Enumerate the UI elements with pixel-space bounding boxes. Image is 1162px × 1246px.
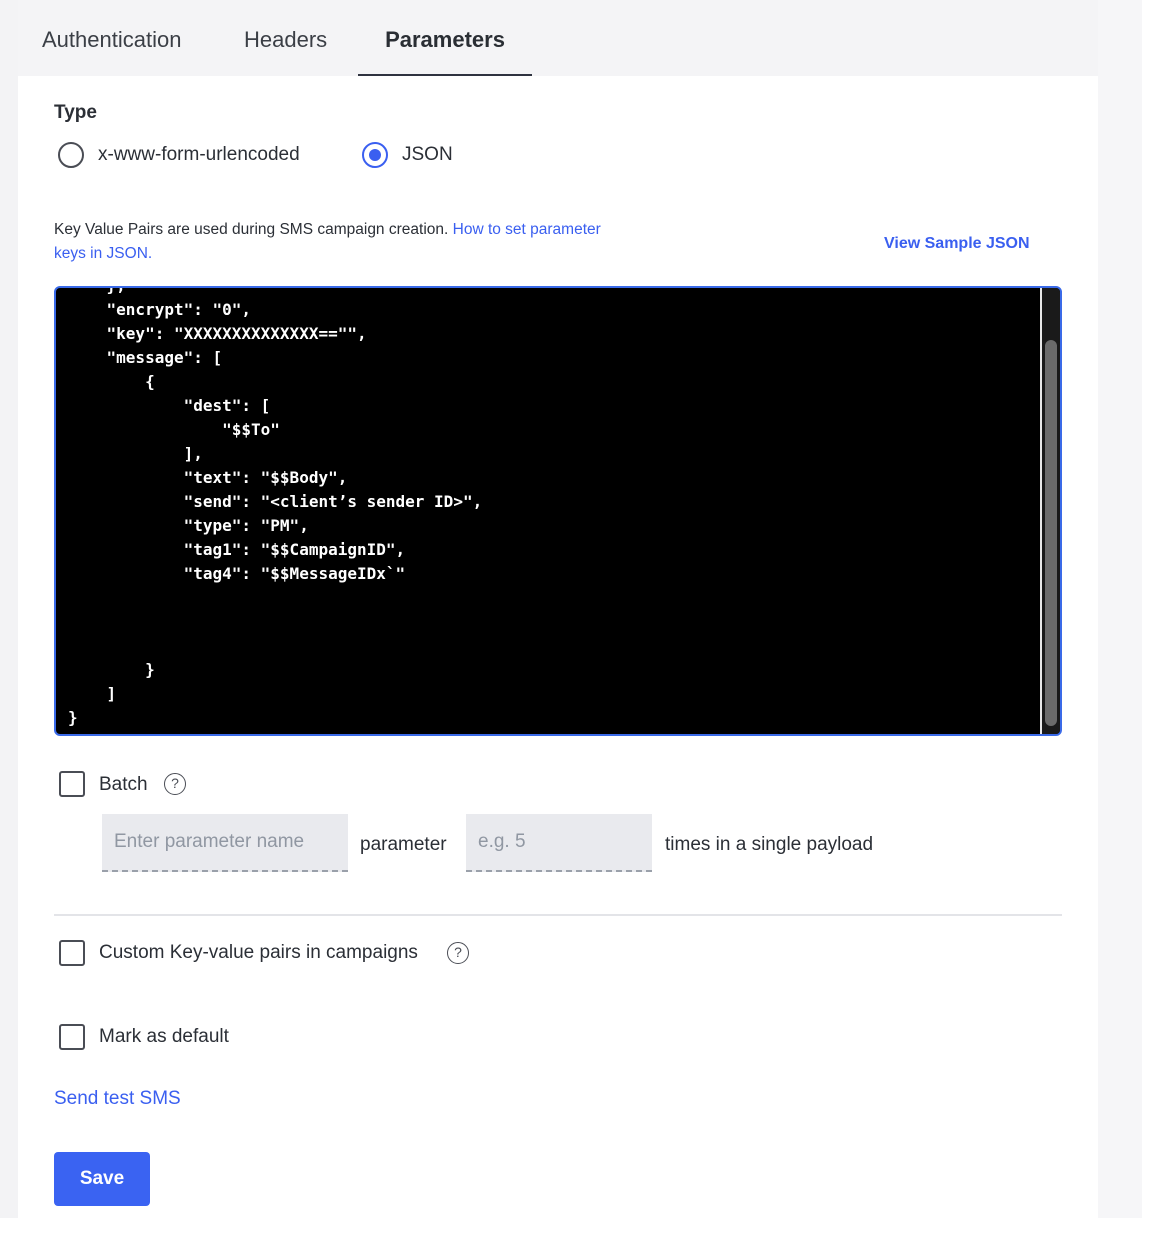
help-text-body: Key Value Pairs are used during SMS camp…	[54, 221, 449, 238]
batch-suffix-text: times in a single payload	[665, 834, 874, 855]
parameter-text: parameter	[360, 834, 447, 855]
radio-json[interactable]	[362, 142, 388, 168]
json-code[interactable]: }, "encrypt": "0", "key": "XXXXXXXXXXXXX…	[68, 288, 482, 730]
divider	[54, 914, 1062, 916]
tab-headers[interactable]: Headers	[244, 0, 327, 76]
batch-checkbox[interactable]	[59, 771, 85, 797]
right-gutter	[1098, 0, 1142, 1218]
json-editor[interactable]: }, "encrypt": "0", "key": "XXXXXXXXXXXXX…	[54, 286, 1062, 736]
send-test-sms-link[interactable]: Send test SMS	[54, 1088, 181, 1110]
radio-label-json[interactable]: JSON	[402, 144, 453, 166]
left-gutter	[0, 0, 18, 1218]
batch-count-input[interactable]	[466, 814, 652, 872]
question-circle-icon[interactable]: ?	[447, 942, 469, 964]
editor-scrollbar-thumb[interactable]	[1045, 340, 1057, 726]
batch-label[interactable]: Batch	[99, 774, 148, 796]
tab-parameters[interactable]: Parameters	[358, 0, 532, 76]
radio-x-www-form-urlencoded[interactable]	[58, 142, 84, 168]
save-button[interactable]: Save	[54, 1152, 150, 1206]
tab-authentication[interactable]: Authentication	[42, 0, 181, 76]
mark-default-checkbox[interactable]	[59, 1024, 85, 1050]
type-label: Type	[54, 102, 97, 123]
batch-parameter-name-input[interactable]	[102, 814, 348, 872]
view-sample-json-link[interactable]: View Sample JSON	[884, 235, 1030, 253]
custom-kv-label[interactable]: Custom Key-value pairs in campaigns	[99, 942, 418, 964]
help-text: Key Value Pairs are used during SMS camp…	[54, 218, 614, 266]
tab-bar: Authentication Headers Parameters	[18, 0, 1098, 76]
editor-scrollbar[interactable]	[1040, 288, 1060, 734]
custom-kv-checkbox[interactable]	[59, 940, 85, 966]
parameters-panel: Authentication Headers Parameters Type x…	[18, 0, 1098, 1218]
radio-label-urlencoded[interactable]: x-www-form-urlencoded	[98, 144, 300, 166]
question-circle-icon[interactable]: ?	[164, 773, 186, 795]
mark-default-label[interactable]: Mark as default	[99, 1026, 229, 1048]
